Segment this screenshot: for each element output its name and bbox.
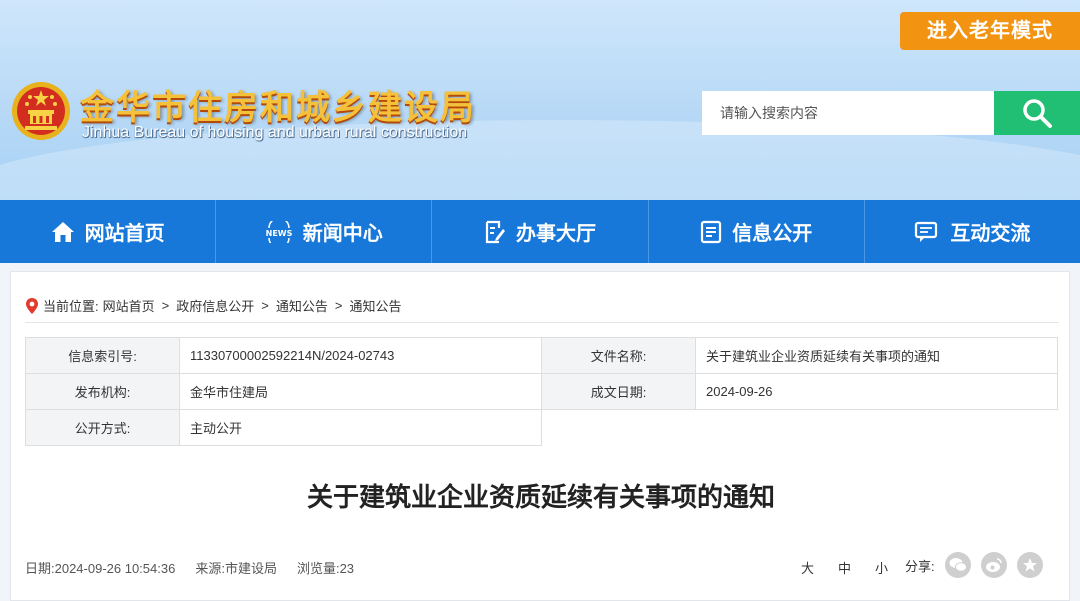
main-nav: 网站首页 NEWS 新闻中心 办事大厅 信息公开 互动交流 bbox=[0, 200, 1080, 263]
wechat-icon bbox=[949, 558, 967, 572]
breadcrumb-separator: > bbox=[334, 298, 343, 313]
nav-item-service-hall[interactable]: 办事大厅 bbox=[432, 200, 649, 263]
chat-icon bbox=[915, 221, 938, 242]
font-size-large-button[interactable]: 大 bbox=[801, 558, 814, 577]
elder-mode-button[interactable]: 进入老年模式 bbox=[900, 12, 1080, 50]
breadcrumb-home[interactable]: 网站首页 bbox=[103, 296, 155, 315]
breadcrumb-separator: > bbox=[261, 298, 269, 313]
index-value: 11330700002592214N/2024-02743 bbox=[179, 337, 542, 374]
publish-date: 日期:2024-09-26 10:54:36 bbox=[25, 561, 176, 576]
written-date-label: 成文日期: bbox=[541, 373, 696, 410]
article-meta: 日期:2024-09-26 10:54:36 来源:市建设局 浏览量:23 bbox=[25, 558, 368, 577]
search-button[interactable] bbox=[994, 91, 1080, 135]
font-size-medium-button[interactable]: 中 bbox=[838, 558, 851, 577]
breadcrumb-current[interactable]: 通知公告 bbox=[349, 296, 401, 315]
open-method-label: 公开方式: bbox=[25, 409, 180, 446]
font-size-small-button[interactable]: 小 bbox=[875, 558, 888, 577]
news-badge: NEWS bbox=[265, 229, 292, 238]
breadcrumb-separator: > bbox=[161, 298, 170, 313]
home-icon bbox=[51, 221, 74, 242]
publisher-value: 金华市住建局 bbox=[179, 373, 542, 410]
nav-item-interaction[interactable]: 互动交流 bbox=[865, 200, 1080, 263]
empty-cell bbox=[541, 409, 1058, 446]
index-label: 信息索引号: bbox=[25, 337, 180, 374]
weibo-icon bbox=[985, 558, 1002, 572]
share-label: 分享: bbox=[905, 558, 935, 574]
info-board-icon bbox=[701, 220, 722, 243]
nav-label: 信息公开 bbox=[732, 223, 813, 245]
open-method-value: 主动公开 bbox=[179, 409, 542, 446]
share-wechat-button[interactable] bbox=[944, 552, 971, 578]
site-header: 进入老年模式 金华市住房和城乡建设局 Jinhua Bureau of hous… bbox=[0, 0, 1080, 200]
nav-label: 网站首页 bbox=[84, 223, 165, 245]
table-row: 发布机构: 金华市住建局 成文日期: 2024-09-26 bbox=[25, 373, 1058, 410]
news-icon: NEWS bbox=[265, 220, 292, 243]
share-bar: 分享: bbox=[905, 552, 1043, 578]
search-icon bbox=[1023, 99, 1052, 128]
file-name-value: 关于建筑业企业资质延续有关事项的通知 bbox=[695, 337, 1058, 374]
share-weibo-button[interactable] bbox=[980, 552, 1007, 578]
article-panel: 当前位置: 网站首页 > 政府信息公开 > 通知公告 > 通知公告 信息索引号:… bbox=[10, 271, 1070, 601]
nav-label: 办事大厅 bbox=[516, 223, 596, 245]
nav-item-info-open[interactable]: 信息公开 bbox=[649, 200, 865, 263]
share-favorite-button[interactable] bbox=[1016, 552, 1043, 578]
font-size-controls: 大 中 小 bbox=[801, 558, 888, 577]
written-date-value: 2024-09-26 bbox=[695, 373, 1058, 410]
nav-item-home[interactable]: 网站首页 bbox=[0, 200, 217, 263]
view-count: 浏览量:23 bbox=[296, 561, 355, 576]
breadcrumb-notices[interactable]: 通知公告 bbox=[276, 296, 328, 315]
site-subtitle: Jinhua Bureau of housing and urban rural… bbox=[82, 124, 468, 141]
nav-item-news[interactable]: NEWS 新闻中心 bbox=[216, 200, 433, 263]
file-name-label: 文件名称: bbox=[541, 337, 696, 374]
article-title: 关于建筑业企业资质延续有关事项的通知 bbox=[306, 483, 775, 513]
document-meta-table: 信息索引号: 11330700002592214N/2024-02743 文件名… bbox=[25, 337, 1058, 446]
publisher-label: 发布机构: bbox=[25, 373, 180, 410]
star-icon bbox=[1022, 558, 1037, 572]
nav-label: 新闻中心 bbox=[302, 223, 383, 245]
search-input[interactable] bbox=[702, 91, 994, 135]
nav-label: 互动交流 bbox=[950, 223, 1031, 245]
breadcrumb: 当前位置: 网站首页 > 政府信息公开 > 通知公告 > 通知公告 bbox=[25, 296, 401, 315]
table-row: 信息索引号: 11330700002592214N/2024-02743 文件名… bbox=[25, 337, 1058, 374]
breadcrumb-divider bbox=[25, 322, 1059, 323]
table-row: 公开方式: 主动公开 bbox=[25, 409, 1058, 446]
location-pin-icon bbox=[26, 297, 38, 314]
breadcrumb-gov-info[interactable]: 政府信息公开 bbox=[176, 296, 254, 315]
national-emblem-icon bbox=[12, 82, 70, 140]
article-source: 来源:市建设局 bbox=[195, 561, 277, 576]
edit-doc-icon bbox=[485, 220, 505, 243]
breadcrumb-prefix: 当前位置: bbox=[43, 299, 99, 314]
site-title: 金华市住房和城乡建设局 bbox=[80, 88, 476, 128]
